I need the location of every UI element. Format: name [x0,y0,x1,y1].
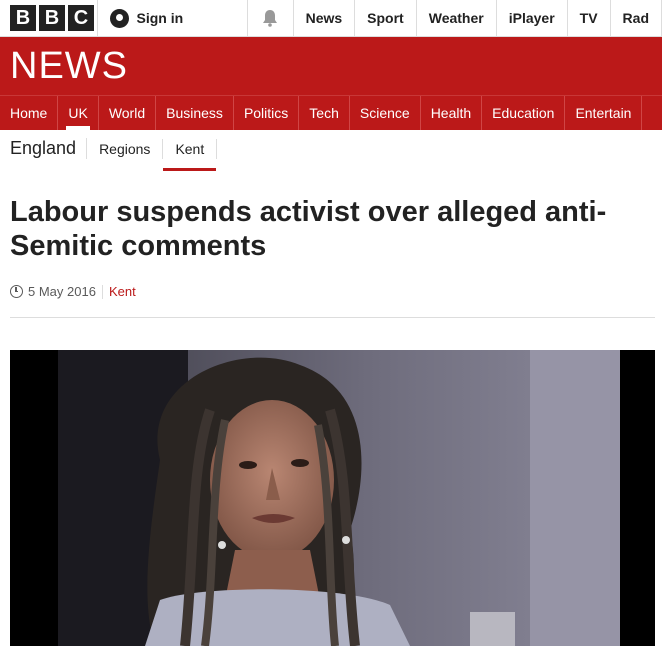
article-tag[interactable]: Kent [109,284,136,299]
news-logo[interactable]: NEWS [10,45,128,88]
bbc-top-nav: News Sport Weather iPlayer TV Rad [294,0,662,36]
section-title[interactable]: England [0,138,88,159]
nav-education[interactable]: Education [482,96,566,130]
topnav-news[interactable]: News [294,0,356,36]
article-headline: Labour suspends activist over alleged an… [10,196,607,262]
bbc-top-bar: B B C Sign in News Sport Weather iPlayer… [0,0,662,37]
nav-health[interactable]: Health [421,96,483,130]
divider [10,317,655,318]
nav-politics[interactable]: Politics [234,96,300,130]
topnav-radio[interactable]: Rad [611,0,662,36]
nav-tech[interactable]: Tech [299,96,350,130]
sign-in-label: Sign in [136,10,184,26]
news-banner: NEWS [0,37,662,95]
meta-separator [101,284,103,299]
bbc-logo-letter: C [68,5,94,31]
user-icon [109,8,129,28]
subnav-kent[interactable]: Kent [163,138,218,171]
bbc-logo-letter: B [39,5,65,31]
subnav-regions[interactable]: Regions [87,138,164,159]
topnav-sport[interactable]: Sport [355,0,417,36]
bell-icon [263,10,278,27]
topnav-iplayer[interactable]: iPlayer [497,0,568,36]
video-still [10,350,655,646]
nav-home[interactable]: Home [0,96,59,130]
bbc-logo[interactable]: B B C [0,0,98,36]
topnav-weather[interactable]: Weather [417,0,497,36]
nav-business[interactable]: Business [156,96,234,130]
nav-entertainment[interactable]: Entertain [565,96,643,130]
nav-world[interactable]: World [99,96,157,130]
nav-science[interactable]: Science [350,96,421,130]
video-player[interactable] [10,350,655,646]
notifications-button[interactable] [248,0,294,36]
news-main-nav: Home UK World Business Politics Tech Sci… [0,95,662,130]
sub-nav: England Regions Kent [0,130,662,171]
bbc-logo-letter: B [10,5,36,31]
clock-icon [10,285,23,298]
sign-in-link[interactable]: Sign in [98,0,248,36]
nav-uk[interactable]: UK [58,96,99,130]
topnav-tv[interactable]: TV [568,0,611,36]
article-date: 5 May 2016 [28,284,96,299]
article-meta: 5 May 2016 Kent [10,284,136,299]
